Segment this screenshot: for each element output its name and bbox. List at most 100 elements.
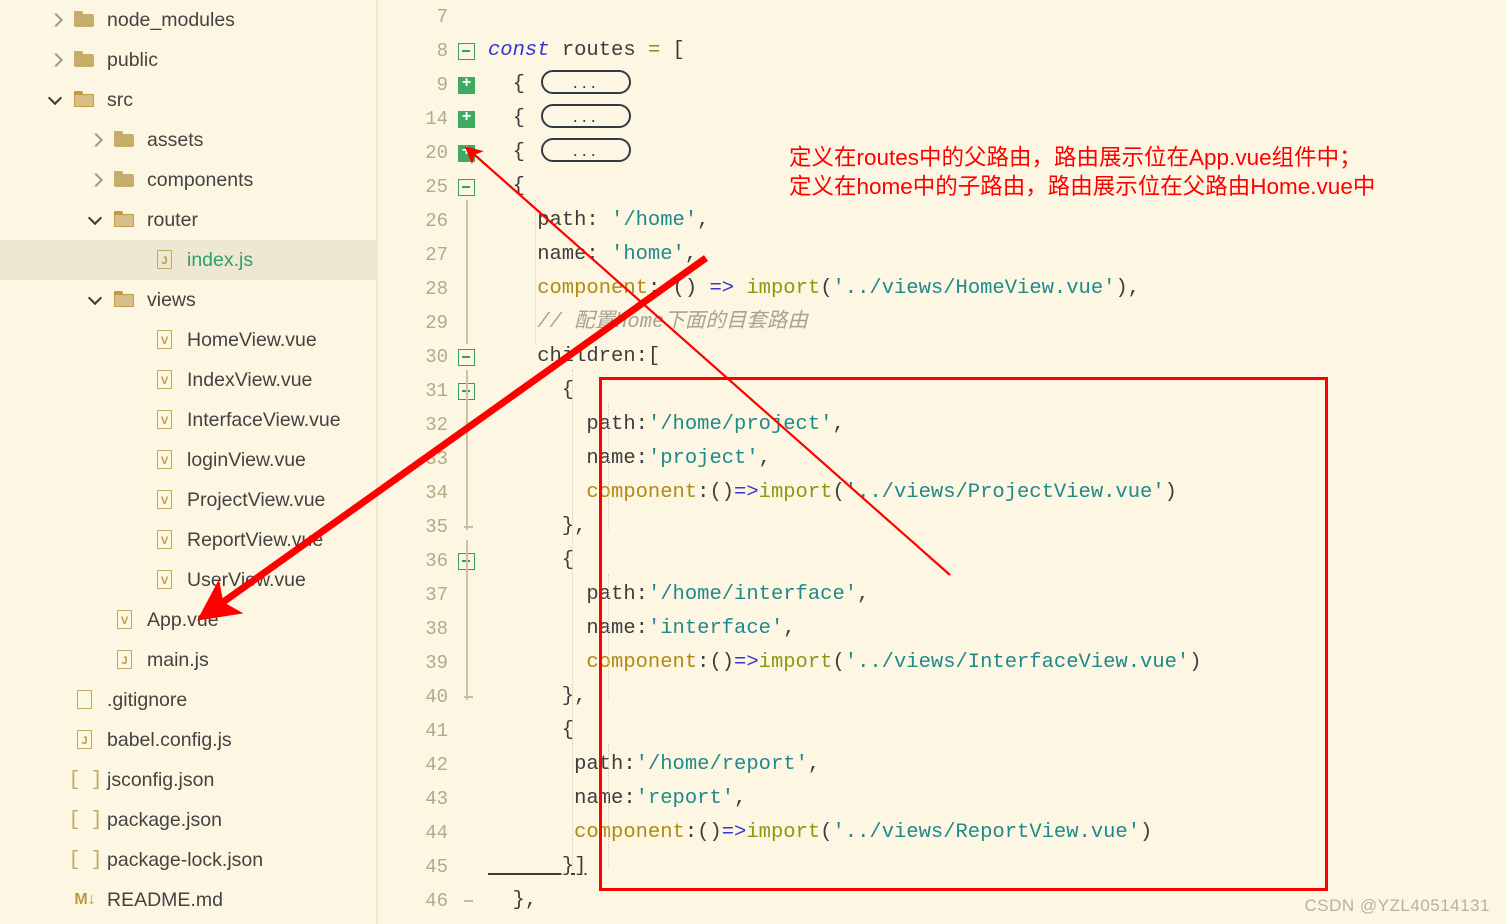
code-token: component	[488, 481, 698, 504]
code-token: : ()	[647, 277, 710, 300]
tree-item-jsconfig-json[interactable]: [ ] jsconfig.json	[0, 760, 376, 800]
fold-collapse-icon[interactable]	[458, 349, 475, 366]
tree-item-projectview-vue[interactable]: V ProjectView.vue	[0, 480, 376, 520]
tree-item-app-vue[interactable]: V App.vue	[0, 600, 376, 640]
tree-item-src[interactable]: src	[0, 80, 376, 120]
code-token: '../views/HomeView.vue'	[832, 277, 1116, 300]
folded-ellipsis: ...	[572, 72, 600, 92]
code-line[interactable]: 37 path:'/home/interface',	[380, 578, 1506, 612]
code-text: component:()=>import('../views/Interface…	[488, 646, 1201, 680]
code-token: import	[746, 821, 821, 844]
code-line[interactable]: 36 {	[380, 544, 1506, 578]
file-explorer-sidebar[interactable]: node_modules public src assets components rou…	[0, 0, 378, 924]
code-token: name	[488, 787, 624, 810]
code-text: name:'interface',	[488, 612, 796, 646]
tree-item-main-js[interactable]: Jmain.js	[0, 640, 376, 680]
tree-item-indexview-vue[interactable]: V IndexView.vue	[0, 360, 376, 400]
code-line[interactable]: 43 name:'report',	[380, 782, 1506, 816]
code-line[interactable]: 26 path: '/home',	[380, 204, 1506, 238]
code-editor[interactable]: 78const routes = [9 { ...14 { ...20 { ..…	[380, 0, 1506, 924]
folded-code-widget[interactable]: ...	[541, 70, 632, 94]
indent-guide	[608, 744, 609, 868]
code-line[interactable]: 45 }]	[380, 850, 1506, 884]
fold-expand-icon[interactable]	[458, 74, 475, 94]
vue-file-icon: V	[114, 609, 136, 631]
chevron-down-icon[interactable]	[88, 212, 104, 228]
chevron-right-icon[interactable]	[48, 52, 64, 68]
code-token: '/home/report'	[635, 753, 808, 776]
chevron-placeholder	[48, 812, 64, 828]
code-line[interactable]: 14 { ...	[380, 102, 1506, 136]
chevron-down-icon[interactable]	[88, 292, 104, 308]
code-token: [	[660, 39, 685, 62]
folded-ellipsis: ...	[572, 106, 600, 126]
chevron-right-icon[interactable]	[88, 132, 104, 148]
tree-item-gitignore[interactable]: .gitignore	[0, 680, 376, 720]
fold-collapse-icon[interactable]	[458, 179, 475, 196]
tree-item-assets[interactable]: assets	[0, 120, 376, 160]
tree-item-readme-md[interactable]: M↓ README.md	[0, 880, 376, 920]
chevron-down-icon[interactable]	[48, 92, 64, 108]
vue-file-icon: V	[154, 369, 176, 391]
line-number: 14	[425, 108, 448, 130]
vue-file-icon: V	[154, 529, 176, 551]
code-token: ,	[783, 617, 796, 640]
tree-item-public[interactable]: public	[0, 40, 376, 80]
chevron-placeholder	[128, 572, 144, 588]
code-line[interactable]: 41 {	[380, 714, 1506, 748]
code-line[interactable]: 39 component:()=>import('../views/Interf…	[380, 646, 1506, 680]
tree-item-router[interactable]: router	[0, 200, 376, 240]
code-line[interactable]: 29 // 配置home下面的目套路由	[380, 306, 1506, 340]
code-line[interactable]: 44 component:()=>import('../views/Report…	[380, 816, 1506, 850]
tree-item-views[interactable]: views	[0, 280, 376, 320]
code-token: ,	[857, 583, 870, 606]
tree-item-components[interactable]: components	[0, 160, 376, 200]
code-line[interactable]: 42 path:'/home/report',	[380, 748, 1506, 782]
code-line[interactable]: 8 const routes = [	[380, 34, 1506, 68]
code-token: routes	[549, 39, 648, 62]
code-token: {	[488, 107, 538, 130]
code-token: :	[635, 413, 648, 436]
tree-item-homeview-vue[interactable]: V HomeView.vue	[0, 320, 376, 360]
code-line[interactable]: 40 },	[380, 680, 1506, 714]
chevron-right-icon[interactable]	[88, 172, 104, 188]
folder-icon	[74, 9, 96, 31]
fold-region-end-marker	[464, 900, 473, 902]
code-line[interactable]: 30 children:[	[380, 340, 1506, 374]
code-line[interactable]: 35 },	[380, 510, 1506, 544]
code-line[interactable]: 34 component:()=>import('../views/Projec…	[380, 476, 1506, 510]
tree-item-package-json[interactable]: [ ] package.json	[0, 800, 376, 840]
tree-item-label: ProjectView.vue	[187, 488, 326, 511]
code-token: name	[488, 243, 587, 266]
code-token: )	[1164, 481, 1177, 504]
tree-item-babel-config-js[interactable]: Jbabel.config.js	[0, 720, 376, 760]
code-line[interactable]: 28 component: () => import('../views/Hom…	[380, 272, 1506, 306]
code-line[interactable]: 32 path:'/home/project',	[380, 408, 1506, 442]
chevron-placeholder	[48, 772, 64, 788]
code-line[interactable]: 38 name:'interface',	[380, 612, 1506, 646]
folded-code-widget[interactable]: ...	[541, 138, 632, 162]
code-line[interactable]: 31 {	[380, 374, 1506, 408]
chevron-placeholder	[48, 732, 64, 748]
chevron-right-icon[interactable]	[48, 12, 64, 28]
tree-item-loginview-vue[interactable]: VloginView.vue	[0, 440, 376, 480]
code-line[interactable]: 27 name: 'home',	[380, 238, 1506, 272]
fold-expand-icon[interactable]	[458, 108, 475, 128]
tree-item-interfaceview-vue[interactable]: V InterfaceView.vue	[0, 400, 376, 440]
chevron-placeholder	[128, 252, 144, 268]
tree-item-userview-vue[interactable]: V UserView.vue	[0, 560, 376, 600]
code-line[interactable]: 9 { ...	[380, 68, 1506, 102]
code-token: '/home/interface'	[647, 583, 858, 606]
annotation-line-1: 定义在routes中的父路由，路由展示位在App.vue组件中；	[789, 145, 1362, 170]
tree-item-reportview-vue[interactable]: V ReportView.vue	[0, 520, 376, 560]
fold-collapse-icon[interactable]	[458, 43, 475, 60]
fold-expand-icon[interactable]	[458, 142, 475, 162]
tree-item-package-lock-json[interactable]: [ ] package-lock.json	[0, 840, 376, 880]
tree-item-index-js[interactable]: Jindex.js	[0, 240, 376, 280]
code-line[interactable]: 33 name:'project',	[380, 442, 1506, 476]
folded-code-widget[interactable]: ...	[541, 104, 632, 128]
code-line[interactable]: 7	[380, 0, 1506, 34]
line-number: 39	[425, 652, 448, 674]
code-token: component	[488, 651, 698, 674]
tree-item-node-modules[interactable]: node_modules	[0, 0, 376, 40]
